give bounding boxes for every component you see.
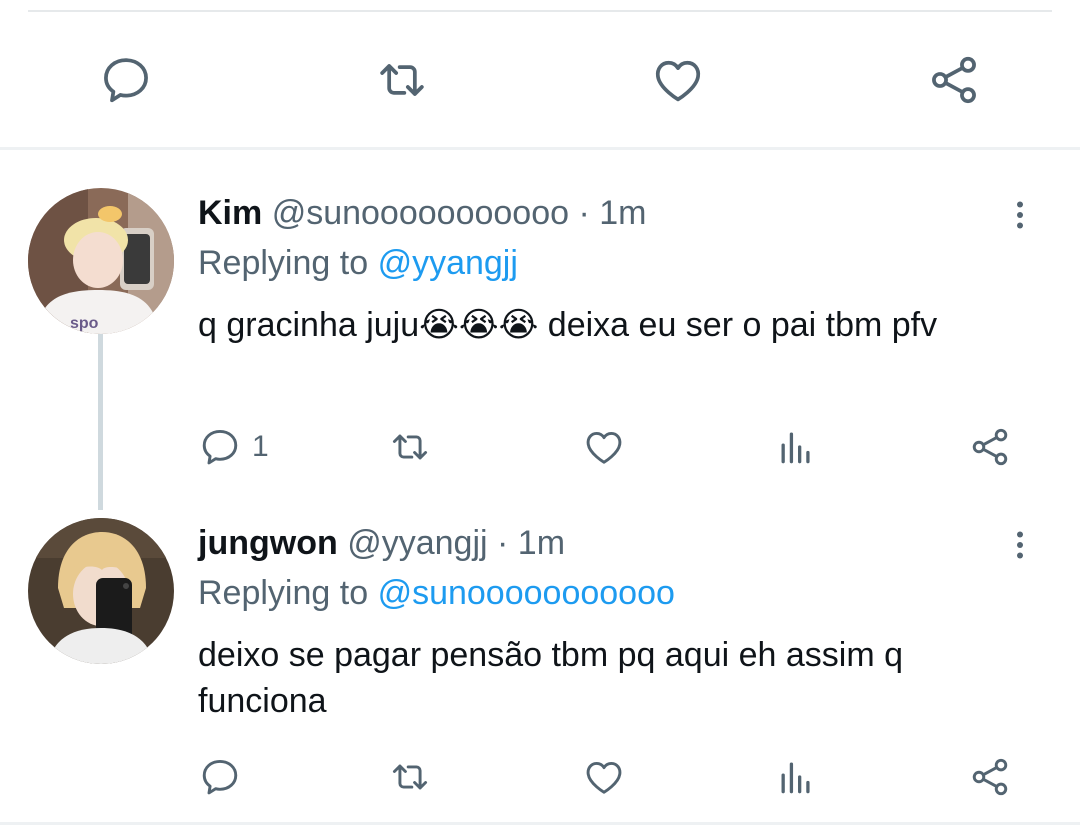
reply-icon	[198, 755, 242, 799]
more-icon	[1002, 195, 1038, 235]
main-retweet-button[interactable]	[362, 40, 442, 120]
more-options-button[interactable]	[1000, 190, 1040, 240]
main-reply-button[interactable]	[86, 40, 166, 120]
author-name[interactable]: Kim	[198, 194, 262, 232]
reply-icon	[198, 425, 242, 469]
crying-emoji: 😭	[498, 306, 539, 344]
replying-to-line: Replying to @yyangjj	[198, 244, 518, 283]
reply-count: 1	[252, 430, 269, 463]
author-handle[interactable]: @sunooooooooooo	[272, 194, 569, 232]
like-icon	[582, 425, 626, 469]
reply-icon	[98, 52, 154, 108]
retweet-icon	[388, 755, 432, 799]
more-options-button[interactable]	[1000, 520, 1040, 570]
main-tweet-actions	[0, 40, 1080, 120]
separator-dot: ·	[578, 194, 590, 232]
analytics-button[interactable]	[774, 752, 818, 802]
replying-to-mention[interactable]: @yyangjj	[378, 244, 518, 282]
reply-text: deixo se pagar pensão tbm pq aqui eh ass…	[198, 636, 904, 720]
reply-actions: 1	[198, 422, 1038, 472]
timestamp[interactable]: 1m	[518, 524, 565, 562]
reply-button[interactable]	[198, 752, 242, 802]
analytics-button[interactable]	[774, 422, 818, 472]
crying-emoji: 😭	[419, 306, 459, 344]
thread-line	[98, 334, 103, 510]
reply-header: Kim @sunooooooooooo · 1m	[198, 194, 647, 233]
reply-text-part: deixa eu ser o pai tbm pfv	[538, 306, 938, 344]
replying-to-line: Replying to @sunooooooooooo	[198, 574, 675, 613]
reply-text-part: q gracinha juju	[198, 306, 420, 344]
reply-kim: spo Kim @sunooooooooooo · 1m Replying to…	[0, 150, 1080, 510]
share-icon	[926, 52, 982, 108]
author-handle[interactable]: @yyangjj	[347, 524, 487, 562]
retweet-button[interactable]	[388, 752, 432, 802]
reply-actions	[198, 752, 1038, 802]
share-icon	[968, 425, 1012, 469]
reply-jungwon: jungwon @yyangjj · 1m Replying to @sunoo…	[0, 510, 1080, 825]
replying-to-label: Replying to	[198, 244, 369, 282]
analytics-icon	[774, 425, 818, 469]
share-button[interactable]	[968, 422, 1012, 472]
top-divider	[28, 10, 1052, 12]
retweet-icon	[388, 425, 432, 469]
reply-button[interactable]: 1	[198, 422, 269, 472]
share-button[interactable]	[968, 752, 1012, 802]
reply-header: jungwon @yyangjj · 1m	[198, 524, 565, 563]
author-name[interactable]: jungwon	[198, 524, 338, 562]
reply-text: q gracinha juju😭😭😭 deixa eu ser o pai tb…	[198, 302, 1038, 348]
separator-dot: ·	[497, 524, 509, 562]
retweet-button[interactable]	[388, 422, 432, 472]
share-icon	[968, 755, 1012, 799]
like-icon	[650, 52, 706, 108]
svg-text:spo: spo	[70, 315, 99, 332]
timestamp[interactable]: 1m	[599, 194, 646, 232]
avatar-kim[interactable]: spo	[28, 188, 174, 334]
analytics-icon	[774, 755, 818, 799]
retweet-icon	[374, 52, 430, 108]
more-icon	[1002, 525, 1038, 565]
main-like-button[interactable]	[638, 40, 718, 120]
like-button[interactable]	[582, 752, 626, 802]
replying-to-label: Replying to	[198, 574, 369, 612]
like-icon	[582, 755, 626, 799]
main-share-button[interactable]	[914, 40, 994, 120]
avatar-jungwon[interactable]	[28, 518, 174, 664]
bottom-divider	[0, 822, 1080, 825]
crying-emoji: 😭	[458, 306, 499, 344]
replying-to-mention[interactable]: @sunooooooooooo	[378, 574, 675, 612]
like-button[interactable]	[582, 422, 626, 472]
